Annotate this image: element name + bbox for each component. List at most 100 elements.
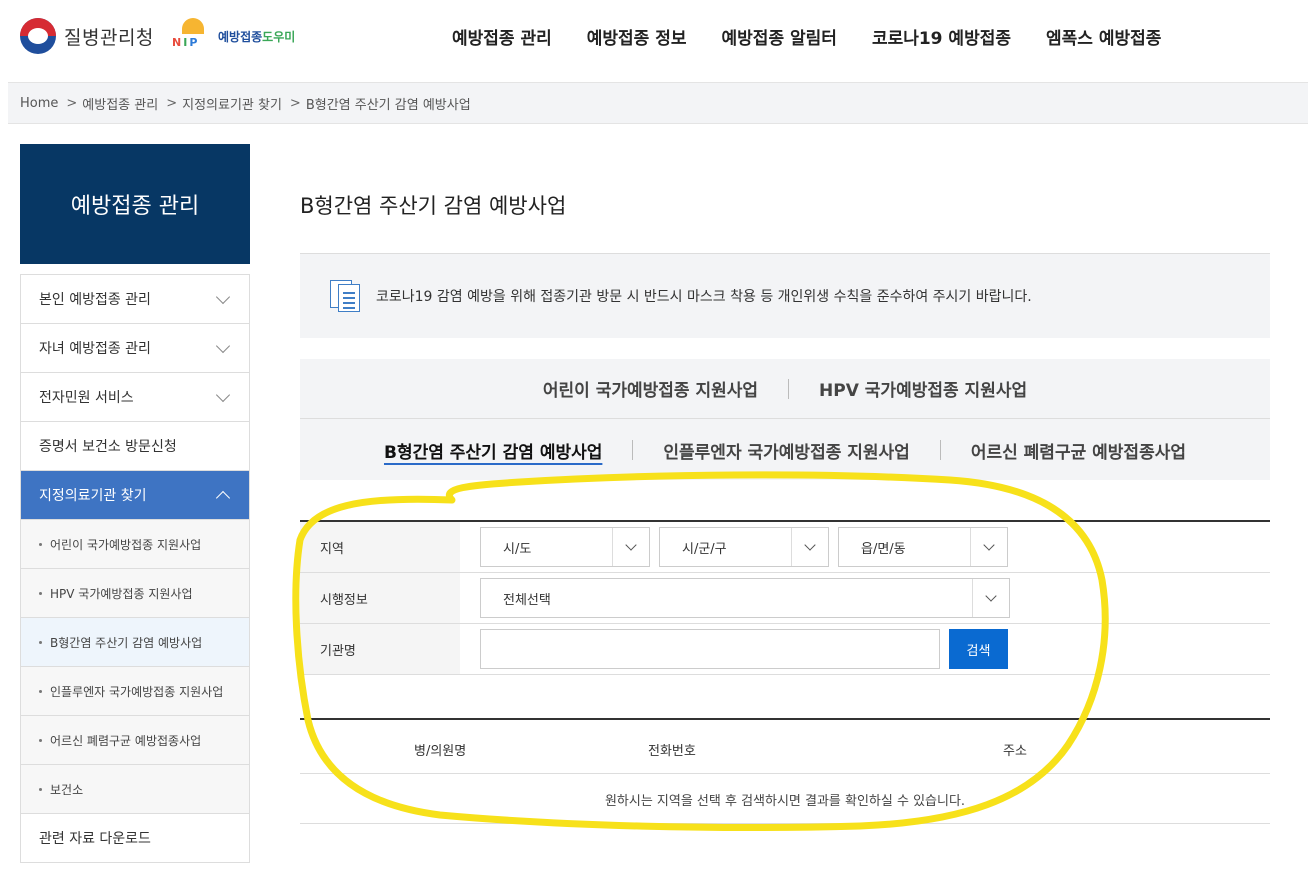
tab-hpv-program[interactable]: HPV 국가예방접종 지원사업 bbox=[819, 376, 1027, 401]
sidebar-item-find-clinic[interactable]: 지정의료기관 찾기 bbox=[21, 471, 249, 520]
chevron-down-icon bbox=[972, 579, 1009, 617]
nip-letter: N bbox=[172, 36, 182, 49]
sidebar-subitem-hpv[interactable]: HPV 국가예방접종 지원사업 bbox=[21, 569, 249, 618]
sidebar-item-label: 관련 자료 다운로드 bbox=[39, 831, 151, 847]
bullet-icon bbox=[39, 787, 42, 791]
search-form: 지역 시/도 시/군/구 읍/면/동 시행정보 전체선택 기관명 검색 bbox=[300, 520, 1270, 720]
sidebar-subitem-label: B형간염 주산기 감염 예방사업 bbox=[50, 635, 203, 650]
kdca-logo[interactable]: 질병관리청 bbox=[20, 18, 154, 54]
institution-name-input[interactable] bbox=[480, 629, 940, 669]
sidebar-item-my-vaccination[interactable]: 본인 예방접종 관리 bbox=[21, 275, 249, 324]
nip-letter: P bbox=[189, 36, 198, 49]
breadcrumb-current: B형간염 주산기 감염 예방사업 bbox=[305, 97, 471, 113]
tab-hepatitis-b-program[interactable]: B형간염 주산기 감염 예방사업 bbox=[384, 438, 602, 463]
program-tabs: 어린이 국가예방접종 지원사업 HPV 국가예방접종 지원사업 B형간염 주산기… bbox=[300, 359, 1270, 480]
sidebar-item-label: 전자민원 서비스 bbox=[39, 390, 134, 406]
sidebar-menu: 본인 예방접종 관리 자녀 예방접종 관리 전자민원 서비스 증명서 보건소 방… bbox=[20, 274, 250, 863]
sigungu-value: 시/군/구 bbox=[682, 541, 727, 557]
nav-item-mpox[interactable]: 엠폭스 예방접종 bbox=[1046, 24, 1161, 49]
bullet-icon bbox=[39, 591, 42, 595]
emd-value: 읍/면/동 bbox=[861, 541, 906, 557]
tab-divider bbox=[632, 440, 634, 460]
breadcrumb-item[interactable]: 예방접종 관리 bbox=[82, 94, 158, 113]
chevron-down-icon bbox=[791, 528, 828, 566]
nip-logo-icon: N I P bbox=[172, 18, 214, 54]
sidebar-subitem-health-center[interactable]: 보건소 bbox=[21, 765, 249, 814]
nav-item-covid19[interactable]: 코로나19 예방접종 bbox=[872, 24, 1011, 49]
nav-item-vaccination-management[interactable]: 예방접종 관리 bbox=[452, 24, 552, 49]
notice-box: 코로나19 감염 예방을 위해 접종기관 방문 시 반드시 마스크 착용 등 개… bbox=[300, 254, 1270, 338]
breadcrumb-home[interactable]: Home bbox=[20, 96, 58, 111]
sidebar-subitem-hepatitis-b[interactable]: B형간염 주산기 감염 예방사업 bbox=[21, 618, 249, 667]
sigungu-select[interactable]: 시/군/구 bbox=[659, 527, 829, 567]
info-select[interactable]: 전체선택 bbox=[480, 578, 1010, 618]
sidebar-subitem-influenza[interactable]: 인플루엔자 국가예방접종 지원사업 bbox=[21, 667, 249, 716]
nip-logo-text: 예방접종도우미 bbox=[218, 28, 295, 45]
page-title: B형간염 주산기 감염 예방사업 bbox=[300, 194, 567, 218]
info-row: 시행정보 전체선택 bbox=[300, 573, 1270, 624]
nip-letter: I bbox=[183, 36, 188, 49]
sido-select[interactable]: 시/도 bbox=[480, 527, 650, 567]
info-value: 전체선택 bbox=[503, 592, 551, 608]
sidebar-item-label: 증명서 보건소 방문신청 bbox=[39, 439, 177, 455]
bullet-icon bbox=[39, 689, 42, 693]
sidebar-subitem-pneumococcal[interactable]: 어르신 폐렴구균 예방접종사업 bbox=[21, 716, 249, 765]
nip-logo[interactable]: N I P 예방접종도우미 bbox=[172, 18, 295, 54]
site-header: 질병관리청 N I P 예방접종도우미 예방접종 관리 예방접종 정보 예방접종… bbox=[0, 0, 1315, 80]
breadcrumb: Home > 예방접종 관리 > 지정의료기관 찾기 > B형간염 주산기 감염… bbox=[8, 82, 1308, 124]
breadcrumb-separator: > bbox=[66, 95, 78, 111]
chevron-down-icon bbox=[612, 528, 649, 566]
global-nav: 예방접종 관리 예방접종 정보 예방접종 알림터 코로나19 예방접종 엠폭스 … bbox=[452, 24, 1196, 49]
emblem-icon bbox=[20, 18, 56, 54]
chevron-down-icon bbox=[215, 289, 231, 304]
name-label: 기관명 bbox=[300, 624, 460, 674]
tab-pneumococcal-program[interactable]: 어르신 폐렴구균 예방접종사업 bbox=[971, 438, 1186, 463]
search-button[interactable]: 검색 bbox=[949, 629, 1008, 669]
column-hospital-name: 병/의원명 bbox=[414, 744, 467, 759]
tab-influenza-program[interactable]: 인플루엔자 국가예방접종 지원사업 bbox=[663, 438, 909, 463]
tab-divider bbox=[939, 440, 941, 460]
bullet-icon bbox=[39, 542, 42, 546]
chevron-down-icon bbox=[215, 387, 231, 402]
sidebar-subitem-label: HPV 국가예방접종 지원사업 bbox=[50, 586, 193, 601]
form-bottom-spacer bbox=[300, 675, 1270, 720]
breadcrumb-separator: > bbox=[166, 95, 178, 111]
nav-item-vaccination-info[interactable]: 예방접종 정보 bbox=[587, 24, 687, 49]
chevron-up-icon bbox=[215, 490, 231, 505]
sidebar-item-child-vaccination[interactable]: 자녀 예방접종 관리 bbox=[21, 324, 249, 373]
breadcrumb-item[interactable]: 지정의료기관 찾기 bbox=[182, 94, 282, 113]
info-label: 시행정보 bbox=[300, 573, 460, 623]
sidebar-title: 예방접종 관리 bbox=[20, 144, 250, 264]
bullet-icon bbox=[39, 738, 42, 742]
results-empty-message: 원하시는 지역을 선택 후 검색하시면 결과를 확인하실 수 있습니다. bbox=[300, 775, 1270, 824]
sidebar-subitem-label: 인플루엔자 국가예방접종 지원사업 bbox=[50, 684, 224, 699]
sidebar-item-e-civil-service[interactable]: 전자민원 서비스 bbox=[21, 373, 249, 422]
notice-text: 코로나19 감염 예방을 위해 접종기관 방문 시 반드시 마스크 착용 등 개… bbox=[376, 289, 1032, 305]
sidebar-subitem-label: 어린이 국가예방접종 지원사업 bbox=[50, 537, 202, 552]
sidebar-item-label: 지정의료기관 찾기 bbox=[39, 488, 147, 504]
results-header: 병/의원명 전화번호 주소 bbox=[300, 722, 1270, 774]
emd-select[interactable]: 읍/면/동 bbox=[838, 527, 1008, 567]
sidebar-item-downloads[interactable]: 관련 자료 다운로드 bbox=[21, 814, 249, 863]
chevron-down-icon bbox=[215, 338, 231, 353]
sidebar-item-label: 자녀 예방접종 관리 bbox=[39, 341, 151, 357]
name-row: 기관명 검색 bbox=[300, 624, 1270, 675]
region-label: 지역 bbox=[300, 522, 460, 572]
nav-item-vaccination-notice[interactable]: 예방접종 알림터 bbox=[722, 24, 837, 49]
sidebar-subitem-child[interactable]: 어린이 국가예방접종 지원사업 bbox=[21, 520, 249, 569]
sidebar-item-label: 본인 예방접종 관리 bbox=[39, 292, 151, 308]
sidebar-item-certificate-visit[interactable]: 증명서 보건소 방문신청 bbox=[21, 422, 249, 471]
sidebar-subitem-label: 어르신 폐렴구균 예방접종사업 bbox=[50, 733, 202, 748]
bullet-icon bbox=[39, 640, 42, 644]
column-phone: 전화번호 bbox=[648, 744, 696, 759]
chevron-down-icon bbox=[970, 528, 1007, 566]
sido-value: 시/도 bbox=[503, 541, 532, 557]
region-row: 지역 시/도 시/군/구 읍/면/동 bbox=[300, 522, 1270, 573]
agency-name: 질병관리청 bbox=[64, 26, 154, 49]
column-address: 주소 bbox=[1003, 744, 1027, 759]
nip-text-accent: 도우미 bbox=[262, 29, 296, 44]
tab-child-program[interactable]: 어린이 국가예방접종 지원사업 bbox=[543, 376, 758, 401]
sidebar-subitem-label: 보건소 bbox=[50, 782, 84, 797]
nip-text: 예방접종 bbox=[218, 29, 263, 44]
breadcrumb-separator: > bbox=[289, 95, 301, 111]
